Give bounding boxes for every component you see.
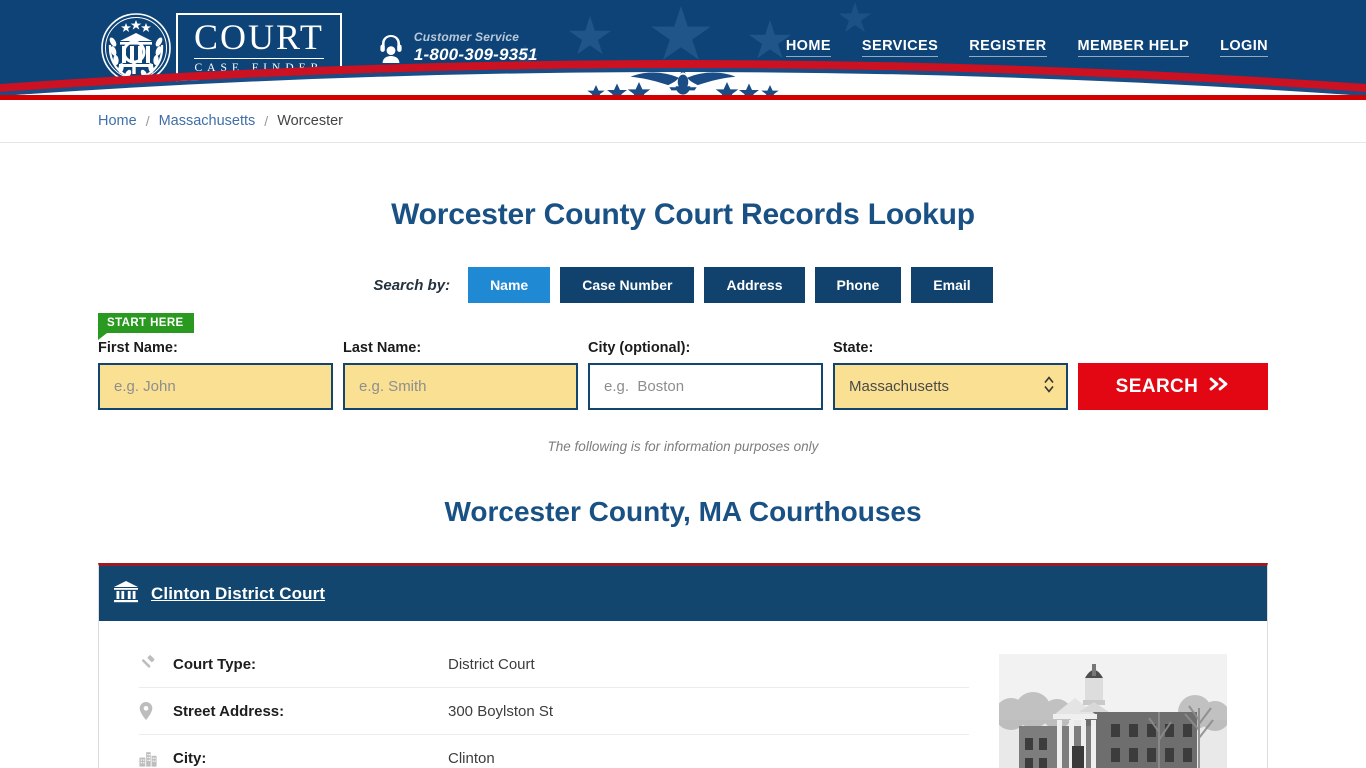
first-name-label: First Name: — [98, 340, 178, 356]
gavel-icon — [139, 655, 173, 673]
table-row: City: Clinton — [139, 735, 969, 768]
site-header: COURT CASE FINDER Customer Service 1-800… — [0, 0, 1366, 95]
breadcrumb-separator: / — [264, 113, 269, 129]
logo-wordmark: COURT CASE FINDER — [176, 13, 342, 82]
nav-home[interactable]: HOME — [785, 38, 831, 57]
headset-support-icon — [377, 33, 405, 63]
first-name-input[interactable] — [98, 363, 333, 410]
map-pin-icon — [139, 702, 173, 720]
breadcrumb-item-worcester: Worcester — [277, 113, 343, 129]
tab-phone[interactable]: Phone — [814, 267, 902, 303]
court-card-body: Court Type: District Court Street Addres… — [99, 621, 1267, 768]
tab-email[interactable]: Email — [911, 267, 993, 303]
last-name-label: Last Name: — [343, 340, 422, 356]
breadcrumb-bar: Home / Massachusetts / Worcester — [0, 100, 1366, 143]
detail-value: District Court — [448, 655, 535, 673]
first-name-field-group: First Name: — [98, 340, 333, 410]
state-label: State: — [833, 340, 874, 356]
breadcrumb-item-massachusetts[interactable]: Massachusetts — [159, 113, 256, 129]
court-seal-emblem-icon — [100, 12, 172, 84]
breadcrumb-separator: / — [145, 113, 150, 129]
logo-subtitle: CASE FINDER — [194, 62, 324, 75]
disclaimer-text: The following is for information purpose… — [547, 439, 819, 454]
tab-address[interactable]: Address — [704, 267, 805, 303]
nav-member-help[interactable]: MEMBER HELP — [1077, 38, 1190, 57]
court-card: Clinton District Court Court Type: Distr — [98, 563, 1268, 768]
city-input[interactable] — [588, 363, 823, 410]
nav-register[interactable]: REGISTER — [969, 38, 1047, 57]
last-name-input[interactable] — [343, 363, 578, 410]
tab-name[interactable]: Name — [468, 267, 551, 303]
court-card-header: Clinton District Court — [99, 566, 1267, 621]
courthouse-photo — [999, 654, 1227, 768]
main-content: Worcester County Court Records Lookup Se… — [98, 198, 1268, 768]
tab-case-number[interactable]: Case Number — [560, 267, 695, 303]
table-row: Street Address: 300 Boylston St — [139, 688, 969, 735]
detail-label: City: — [173, 749, 207, 767]
breadcrumb-item-home[interactable]: Home — [98, 113, 137, 129]
city-field-group: City (optional): — [588, 340, 823, 410]
courthouse-bank-icon — [113, 579, 139, 608]
search-by-label: Search by: — [373, 276, 451, 294]
breadcrumb: Home / Massachusetts / Worcester — [98, 113, 1268, 129]
table-row: Court Type: District Court — [139, 641, 969, 688]
nav-services[interactable]: SERVICES — [861, 38, 939, 57]
customer-service-label: Customer Service — [413, 29, 520, 44]
search-by-tabs: Search by: Name Case Number Address Phon… — [98, 267, 1268, 303]
nav-login[interactable]: LOGIN — [1220, 38, 1268, 57]
double-chevron-right-icon — [1208, 376, 1230, 398]
last-name-field-group: Last Name: — [343, 340, 578, 410]
state-select[interactable]: Massachusetts — [833, 363, 1068, 410]
logo-title: COURT — [194, 17, 324, 60]
detail-label: Court Type: — [173, 655, 257, 673]
city-buildings-icon — [139, 750, 173, 767]
court-name-link[interactable]: Clinton District Court — [151, 584, 325, 604]
courthouses-section-title: Worcester County, MA Courthouses — [444, 496, 922, 527]
search-form: START HERE First Name: Last Name: City (… — [98, 313, 1268, 410]
city-label: City (optional): — [588, 340, 691, 356]
customer-service-phone[interactable]: 1-800-309-9351 — [414, 45, 538, 65]
state-field-group: State: Massachusetts — [833, 340, 1068, 410]
detail-value: 300 Boylston St — [448, 702, 554, 720]
page-title: Worcester County Court Records Lookup — [391, 198, 975, 231]
court-detail-list: Court Type: District Court Street Addres… — [139, 641, 999, 768]
customer-service-block: Customer Service 1-800-309-9351 — [377, 29, 538, 65]
main-navigation: HOME SERVICES REGISTER MEMBER HELP LOGIN — [785, 38, 1268, 57]
detail-label: Street Address: — [173, 702, 285, 720]
search-button[interactable]: SEARCH — [1078, 363, 1268, 410]
search-button-label: SEARCH — [1115, 375, 1199, 397]
start-here-badge: START HERE — [98, 313, 194, 340]
site-logo[interactable]: COURT CASE FINDER — [100, 12, 342, 84]
detail-value: Clinton — [448, 749, 495, 767]
